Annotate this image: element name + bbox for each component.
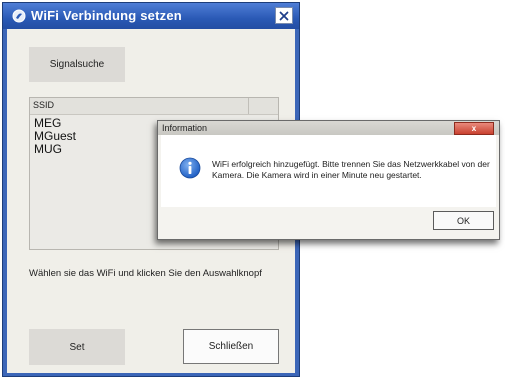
main-titlebar[interactable]: WiFi Verbindung setzen: [3, 3, 299, 29]
info-body: WiFi erfolgreich hinzugefügt. Bitte tren…: [161, 135, 496, 207]
ssid-header-label: SSID: [33, 100, 55, 110]
close-icon: x: [471, 124, 477, 133]
info-message: WiFi erfolgreich hinzugefügt. Bitte tren…: [212, 159, 490, 180]
ok-button[interactable]: OK: [433, 211, 494, 230]
signal-search-button[interactable]: Signalsuche: [29, 47, 125, 82]
ssid-items: MEG MGuest MUG: [34, 117, 76, 156]
window-title: WiFi Verbindung setzen: [31, 8, 182, 23]
instruction-text: Wählen sie das WiFi und klicken Sie den …: [29, 268, 262, 279]
information-dialog: Information x WiFi erfolgreich hinzugefü…: [157, 120, 500, 240]
close-button[interactable]: Schließen: [183, 329, 279, 364]
app-logo-icon: [12, 9, 26, 23]
close-window-button[interactable]: [275, 7, 293, 24]
column-divider: [248, 98, 249, 114]
ssid-column-header[interactable]: SSID: [30, 98, 278, 115]
info-titlebar[interactable]: Information x: [158, 121, 499, 135]
info-close-button[interactable]: x: [454, 122, 494, 135]
set-button[interactable]: Set: [29, 329, 125, 365]
info-dialog-title: Information: [162, 123, 208, 133]
info-icon: [179, 157, 201, 179]
close-icon: [279, 11, 289, 20]
list-item[interactable]: MUG: [34, 143, 76, 156]
